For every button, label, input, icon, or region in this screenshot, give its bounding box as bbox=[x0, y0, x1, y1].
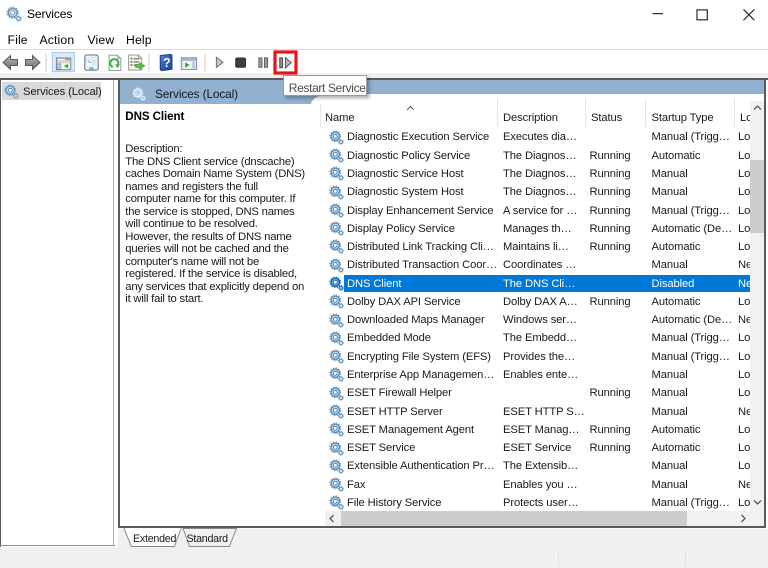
svg-text:?: ? bbox=[163, 56, 171, 70]
